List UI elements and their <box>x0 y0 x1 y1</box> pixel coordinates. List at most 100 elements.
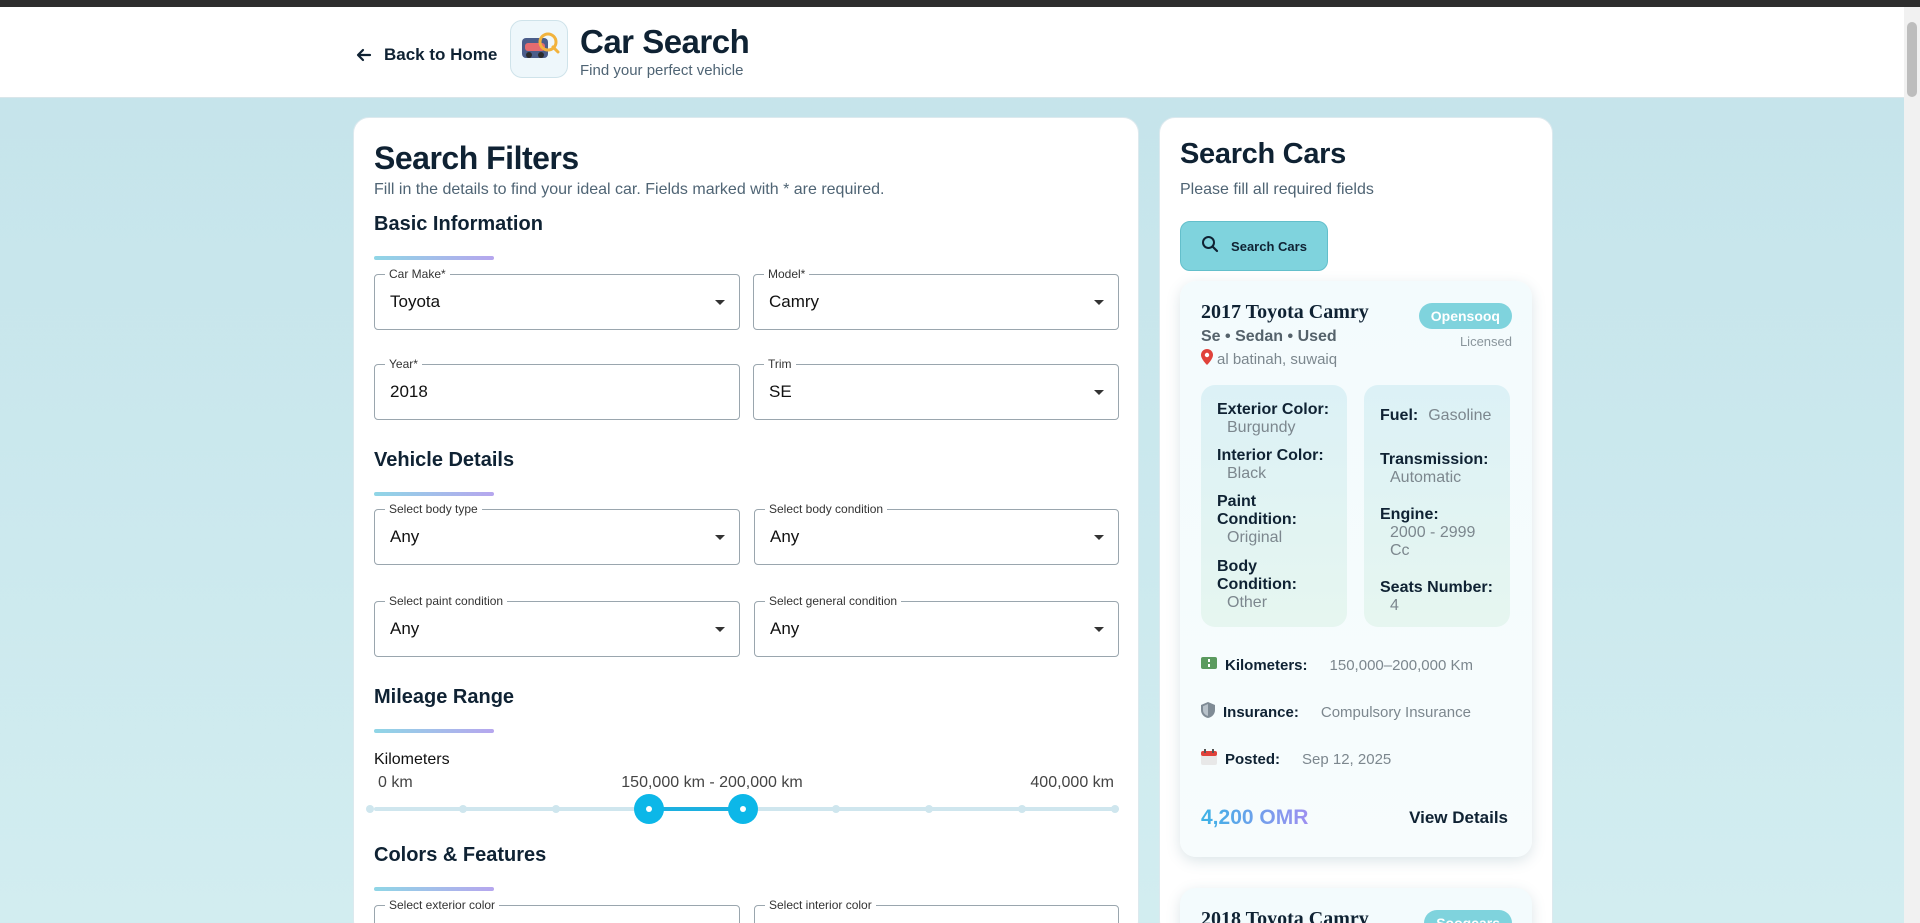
spec-fuel: Fuel: Gasoline <box>1380 407 1491 425</box>
arrow-left-icon <box>352 43 376 67</box>
model-label: Model* <box>764 267 810 281</box>
body-condition-label: Select body condition <box>765 502 888 516</box>
chevron-down-icon <box>715 300 725 305</box>
back-to-home-link[interactable]: Back to Home <box>352 37 497 73</box>
mileage-slider-label: Kilometers <box>374 751 450 768</box>
location-pin-icon <box>1201 349 1213 369</box>
exterior-color-label: Select exterior color <box>385 898 500 912</box>
section-vehicle-details: Vehicle Details <box>374 449 515 471</box>
spec-body-condition: Body Condition: Other <box>1217 558 1307 612</box>
source-badge: Soogcars <box>1424 910 1512 923</box>
back-to-home-label: Back to Home <box>384 45 498 64</box>
model-value: Camry <box>769 292 820 311</box>
spec-key: Seats Number: <box>1380 579 1493 596</box>
spec-key: Paint Condition: <box>1217 493 1297 528</box>
chevron-down-icon <box>1094 535 1104 540</box>
car-make-select[interactable]: Car Make* Toyota <box>374 267 740 330</box>
search-icon <box>1201 235 1219 258</box>
body-type-label: Select body type <box>385 502 482 516</box>
mileage-slider-tick <box>1111 805 1119 813</box>
section-divider <box>374 256 494 260</box>
year-label: Year* <box>385 357 422 371</box>
spec-exterior-color: Exterior Color: Burgundy <box>1217 401 1329 437</box>
trim-select[interactable]: Trim SE <box>753 357 1119 420</box>
insurance-label: Insurance: <box>1223 703 1299 721</box>
car-result-card[interactable]: 2017 Toyota Camry Opensooq Se • Sedan • … <box>1180 281 1532 857</box>
page-scrollbar[interactable] <box>1904 7 1920 923</box>
chevron-down-icon <box>1094 390 1104 395</box>
year-value: 2018 <box>390 382 428 401</box>
interior-color-label: Select interior color <box>765 898 876 912</box>
year-input[interactable]: Year* 2018 <box>374 357 740 420</box>
car-title: 2017 Toyota Camry <box>1201 301 1369 323</box>
general-condition-label: Select general condition <box>765 594 902 608</box>
app-header: Back to Home Car Search Find your perfec… <box>0 7 1904 98</box>
shield-icon <box>1201 702 1215 722</box>
mileage-slider-tick <box>366 805 374 813</box>
mileage-max-label: 400,000 km <box>1030 774 1114 791</box>
spec-transmission: Transmission: Automatic <box>1380 451 1488 487</box>
browser-top-bar <box>0 0 1920 7</box>
body-type-value: Any <box>390 527 420 546</box>
posted-label: Posted: <box>1225 750 1281 768</box>
exterior-color-select[interactable]: Select exterior color <box>374 898 740 923</box>
view-details-button[interactable]: View Details <box>1409 808 1508 828</box>
mileage-slider-tick <box>1017 805 1026 813</box>
spec-value: Black <box>1227 465 1267 482</box>
section-divider <box>374 492 494 496</box>
spec-engine: Engine: 2000 - 2999 Cc <box>1380 506 1490 560</box>
chevron-down-icon <box>715 535 725 540</box>
spec-key: Fuel: <box>1380 407 1419 424</box>
road-icon <box>1201 655 1217 675</box>
posted-value: Sep 12, 2025 <box>1302 750 1392 768</box>
search-filters-panel: Search Filters Fill in the details to fi… <box>353 117 1139 923</box>
location-text: al batinah, suwaiq <box>1217 350 1338 368</box>
search-cars-button-label: Search Cars <box>1231 238 1307 254</box>
chevron-down-icon <box>715 627 725 632</box>
section-divider <box>374 729 494 733</box>
spec-value: Automatic <box>1390 469 1462 486</box>
general-condition-value: Any <box>770 619 800 638</box>
body-condition-value: Any <box>770 527 800 546</box>
spec-value: Original <box>1227 529 1283 546</box>
paint-condition-select[interactable]: Select paint condition Any <box>374 594 740 657</box>
car-make-value: Toyota <box>390 292 441 311</box>
section-divider <box>374 887 494 891</box>
insurance-value: Compulsory Insurance <box>1320 703 1471 721</box>
mileage-min-handle[interactable] <box>634 794 665 824</box>
spec-key: Body Condition: <box>1217 558 1297 593</box>
mileage-slider-tick <box>924 805 933 813</box>
general-condition-select[interactable]: Select general condition Any <box>754 594 1119 657</box>
spec-key: Transmission: <box>1380 451 1489 468</box>
section-colors-features: Colors & Features <box>374 844 547 866</box>
results-title: Search Cars <box>1180 138 1346 170</box>
section-mileage-range: Mileage Range <box>374 686 515 708</box>
spec-seats-number: Seats Number: 4 <box>1380 579 1493 615</box>
search-results-panel: Search Cars Please fill all required fie… <box>1159 117 1553 923</box>
chevron-down-icon <box>1094 627 1104 632</box>
calendar-icon <box>1201 749 1217 769</box>
spec-value: 2000 - 2999 Cc <box>1390 524 1476 559</box>
source-badge: Opensooq <box>1418 303 1512 329</box>
paint-condition-value: Any <box>390 619 420 638</box>
spec-key: Engine: <box>1380 506 1439 523</box>
filters-title: Search Filters <box>374 140 579 176</box>
scrollbar-thumb[interactable] <box>1907 22 1917 97</box>
search-cars-button[interactable]: Search Cars <box>1180 221 1328 271</box>
license-status: Licensed <box>1459 334 1512 349</box>
posted-row: Posted: Sep 12, 2025 <box>1201 749 1391 769</box>
page-title: Car Search <box>580 23 750 60</box>
spec-value: 4 <box>1390 597 1399 614</box>
mileage-slider-tick <box>831 805 840 813</box>
mileage-max-handle[interactable] <box>727 794 758 824</box>
spec-paint-condition: Paint Condition: Original <box>1217 493 1307 547</box>
chevron-down-icon <box>1094 300 1104 305</box>
model-select[interactable]: Model* Camry <box>753 267 1119 330</box>
body-type-select[interactable]: Select body type Any <box>374 502 740 565</box>
spec-value: Burgundy <box>1227 419 1296 436</box>
interior-color-select[interactable]: Select interior color <box>754 898 1119 923</box>
mileage-slider-tick <box>552 805 561 813</box>
car-result-card[interactable]: 2018 Toyota Camry Soogcars <box>1180 888 1532 923</box>
spec-key: Exterior Color: <box>1217 401 1330 418</box>
body-condition-select[interactable]: Select body condition Any <box>754 502 1119 565</box>
